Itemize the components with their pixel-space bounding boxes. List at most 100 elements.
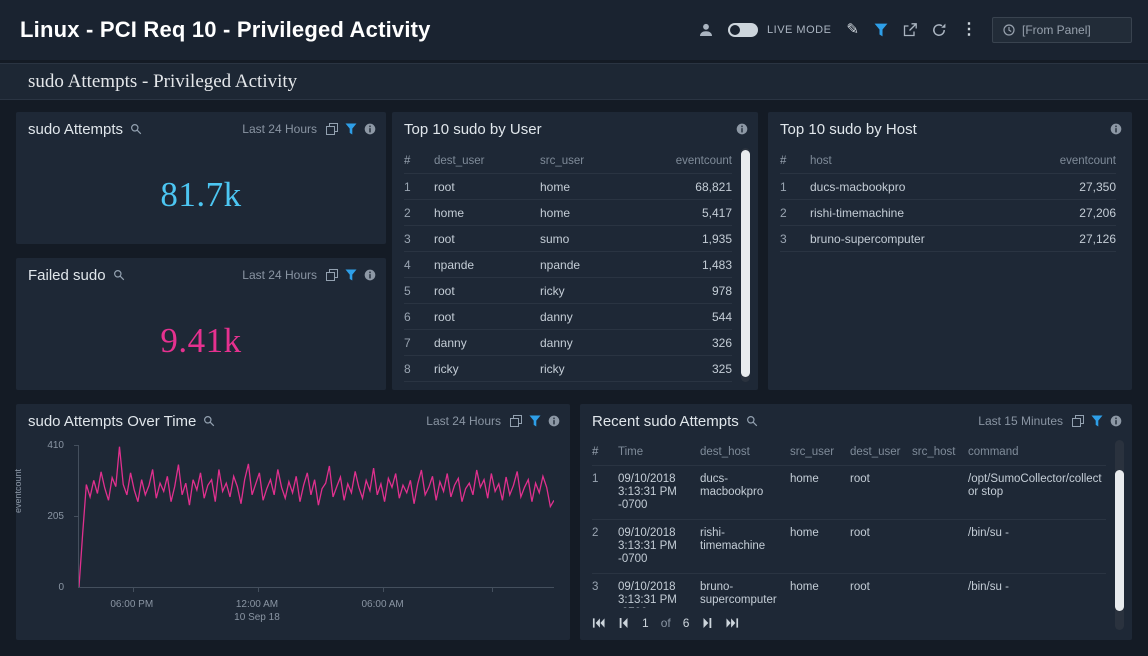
failed-sudo-value: 9.41k [16, 292, 386, 390]
x-tick-mark [383, 587, 384, 592]
share-icon[interactable] [903, 23, 917, 37]
scrollbar-thumb[interactable] [1115, 470, 1124, 611]
info-icon[interactable] [364, 123, 376, 135]
prev-page-icon[interactable] [617, 617, 630, 629]
table-row[interactable]: 2homehome5,417 [404, 200, 732, 226]
cell: 7 [404, 336, 434, 350]
cell: npande [540, 258, 646, 272]
table-body: 1ducs-macbookpro27,3502rishi-timemachine… [780, 174, 1116, 252]
cell: ricky [540, 284, 646, 298]
table-header: #hosteventcount [780, 148, 1116, 174]
column-header: src_user [540, 155, 646, 167]
dashboard-canvas: sudo Attempts Last 24 Hours 81.7k Failed… [0, 100, 1148, 656]
column-header: eventcount [1030, 155, 1116, 167]
cell: ducs-macbookpro [700, 473, 786, 499]
panel-top-by-host: Top 10 sudo by Host #hosteventcount 1duc… [768, 112, 1132, 390]
cell: root [850, 527, 908, 540]
header-controls: LIVE MODE ✎ ⋮ [From Panel] [699, 17, 1132, 43]
cell: 27,126 [1030, 232, 1116, 246]
table-body: 109/10/2018 3:13:31 PM -0700ducs-macbook… [592, 466, 1106, 608]
copy-icon[interactable] [1072, 415, 1084, 427]
section-title: sudo Attempts - Privileged Activity [28, 71, 297, 93]
y-tick-label: 0 [58, 582, 64, 593]
table-row[interactable]: 5rootricky978 [404, 278, 732, 304]
cell: 2 [592, 527, 614, 540]
first-page-icon[interactable] [592, 617, 605, 629]
cell: 3 [404, 232, 434, 246]
edit-icon[interactable]: ✎ [846, 23, 859, 37]
column-header: # [780, 155, 810, 167]
page-total: 6 [683, 616, 690, 630]
chart-plot-area[interactable] [78, 446, 554, 588]
table-row[interactable]: 109/10/2018 3:13:31 PM -0700ducs-macbook… [592, 466, 1106, 520]
filter-icon[interactable] [345, 123, 357, 135]
table-row[interactable]: 3rootsumo1,935 [404, 226, 732, 252]
table-row[interactable]: 309/10/2018 3:13:31 PM -0700bruno-superc… [592, 574, 1106, 608]
y-tick-label: 410 [47, 440, 64, 451]
live-mode-label: LIVE MODE [767, 24, 831, 36]
panel-title: Recent sudo Attempts [592, 413, 739, 430]
table-row[interactable]: 8rickyricky325 [404, 356, 732, 382]
table-row[interactable]: 209/10/2018 3:13:31 PM -0700rishi-timema… [592, 520, 1106, 574]
table-row[interactable]: 3bruno-supercomputer27,126 [780, 226, 1116, 252]
panel-title: Top 10 sudo by Host [780, 121, 917, 138]
from-panel-selector[interactable]: [From Panel] [992, 17, 1132, 43]
x-tick-label: 12:00 AM10 Sep 18 [234, 598, 280, 624]
cell: 325 [646, 362, 732, 376]
cell: 544 [646, 310, 732, 324]
cell: danny [540, 310, 646, 324]
filter-icon[interactable] [529, 415, 541, 427]
cell: /bin/su - [968, 581, 1106, 594]
table-row[interactable]: 1ducs-macbookpro27,350 [780, 174, 1116, 200]
column-header: src_user [790, 446, 846, 458]
cell: home [790, 527, 846, 540]
table-row[interactable]: 7dannydanny326 [404, 330, 732, 356]
cell: 978 [646, 284, 732, 298]
cell: 09/10/2018 3:13:31 PM -0700 [618, 581, 696, 608]
copy-icon[interactable] [510, 415, 522, 427]
scrollbar [741, 148, 750, 382]
cell: 8 [404, 362, 434, 376]
live-mode-toggle[interactable] [728, 23, 758, 37]
table-header: #dest_usersrc_usereventcount [404, 148, 732, 174]
cell: 4 [404, 258, 434, 272]
table-row[interactable]: 6rootdanny544 [404, 304, 732, 330]
info-icon[interactable] [1110, 415, 1122, 427]
cell: danny [540, 336, 646, 350]
x-axis-labels: 06:00 PM12:00 AM10 Sep 1806:00 AM [78, 598, 554, 628]
info-icon[interactable] [548, 415, 560, 427]
zoom-icon[interactable] [203, 415, 215, 427]
copy-icon[interactable] [326, 269, 338, 281]
zoom-icon[interactable] [113, 269, 125, 281]
refresh-icon[interactable] [932, 23, 946, 37]
cell: ducs-macbookpro [810, 180, 1030, 194]
zoom-icon[interactable] [746, 415, 758, 427]
filter-icon[interactable] [345, 269, 357, 281]
table-row[interactable]: 1roothome68,821 [404, 174, 732, 200]
y-tick-mark [74, 445, 79, 446]
cell: root [434, 284, 540, 298]
cell: home [790, 473, 846, 486]
table-header: #Timedest_hostsrc_userdest_usersrc_hostc… [592, 438, 1106, 466]
info-icon[interactable] [364, 269, 376, 281]
info-icon[interactable] [736, 123, 748, 135]
table-body: 1roothome68,8212homehome5,4173rootsumo1,… [404, 174, 732, 382]
copy-icon[interactable] [326, 123, 338, 135]
last-page-icon[interactable] [726, 617, 739, 629]
user-icon[interactable] [699, 23, 713, 37]
header-bar: Linux - PCI Req 10 - Privileged Activity… [0, 0, 1148, 60]
cell: 326 [646, 336, 732, 350]
zoom-icon[interactable] [130, 123, 142, 135]
cell: bruno-supercomputer [810, 232, 1030, 246]
y-axis-ticks: 0205410 [16, 446, 72, 588]
filter-icon[interactable] [874, 23, 888, 37]
panel-failed-sudo: Failed sudo Last 24 Hours 9.41k [16, 258, 386, 390]
next-page-icon[interactable] [701, 617, 714, 629]
more-menu-icon[interactable]: ⋮ [961, 23, 977, 37]
info-icon[interactable] [1110, 123, 1122, 135]
scrollbar-thumb[interactable] [741, 150, 750, 377]
table-row[interactable]: 2rishi-timemachine27,206 [780, 200, 1116, 226]
filter-icon[interactable] [1091, 415, 1103, 427]
time-range-label: Last 15 Minutes [978, 414, 1063, 428]
table-row[interactable]: 4npandenpande1,483 [404, 252, 732, 278]
